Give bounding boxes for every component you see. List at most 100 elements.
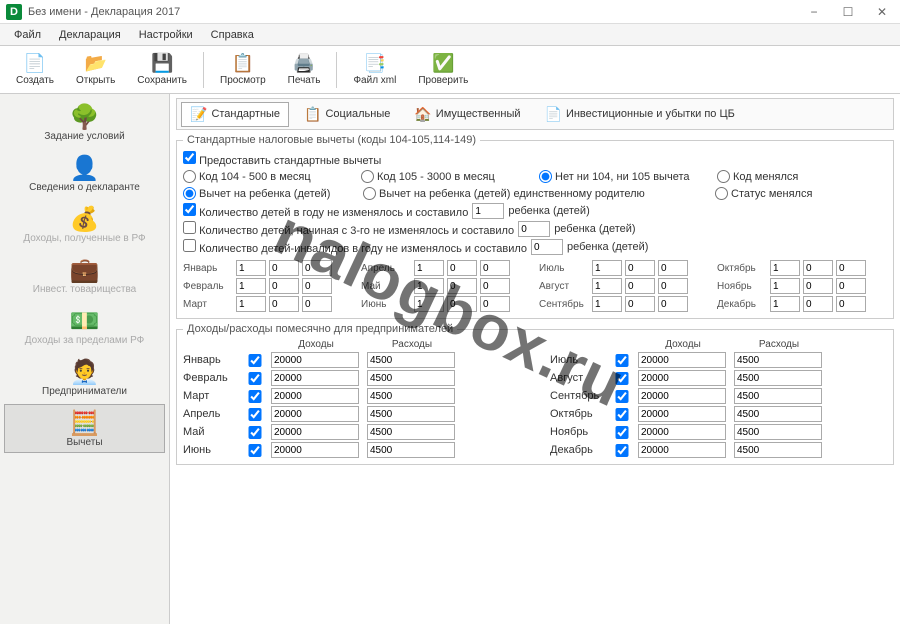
income-oct[interactable] bbox=[638, 406, 726, 422]
income-feb[interactable] bbox=[271, 370, 359, 386]
tab-property[interactable]: 🏠Имущественный bbox=[405, 102, 529, 127]
menu-help[interactable]: Справка bbox=[203, 27, 262, 43]
expense-may[interactable] bbox=[367, 424, 455, 440]
income-mar[interactable] bbox=[271, 388, 359, 404]
income-sep[interactable] bbox=[638, 388, 726, 404]
ie-check-aug[interactable] bbox=[612, 372, 632, 385]
sidebar-conditions[interactable]: 🌳Задание условий bbox=[4, 98, 165, 147]
month-feb-val2[interactable] bbox=[269, 278, 299, 294]
month-oct-val1[interactable] bbox=[770, 260, 800, 276]
month-jun-val2[interactable] bbox=[447, 296, 477, 312]
expense-jan[interactable] bbox=[367, 352, 455, 368]
children-from3-checkbox[interactable] bbox=[183, 221, 196, 234]
expense-dec[interactable] bbox=[734, 442, 822, 458]
month-mar-val2[interactable] bbox=[269, 296, 299, 312]
month-mar-val3[interactable] bbox=[302, 296, 332, 312]
month-dec-val1[interactable] bbox=[770, 296, 800, 312]
month-may-val2[interactable] bbox=[447, 278, 477, 294]
radio-code-104[interactable] bbox=[183, 170, 196, 183]
print-button[interactable]: 🖨️Печать bbox=[278, 51, 331, 88]
month-aug-val2[interactable] bbox=[625, 278, 655, 294]
income-nov[interactable] bbox=[638, 424, 726, 440]
expense-sep[interactable] bbox=[734, 388, 822, 404]
radio-none[interactable] bbox=[539, 170, 552, 183]
income-jul[interactable] bbox=[638, 352, 726, 368]
radio-code-changed[interactable] bbox=[717, 170, 730, 183]
ie-check-feb[interactable] bbox=[245, 372, 265, 385]
sidebar-entrepreneur[interactable]: 🧑‍💼Предприниматели bbox=[4, 353, 165, 402]
month-may-val3[interactable] bbox=[480, 278, 510, 294]
create-button[interactable]: 📄Создать bbox=[6, 51, 64, 88]
sidebar-declarant[interactable]: 👤Сведения о декларанте bbox=[4, 149, 165, 198]
income-apr[interactable] bbox=[271, 406, 359, 422]
month-nov-val2[interactable] bbox=[803, 278, 833, 294]
ie-check-jan[interactable] bbox=[245, 354, 265, 367]
ie-check-nov[interactable] bbox=[612, 426, 632, 439]
open-button[interactable]: 📂Открыть bbox=[66, 51, 125, 88]
radio-child-single[interactable] bbox=[363, 187, 376, 200]
save-button[interactable]: 💾Сохранить bbox=[127, 51, 197, 88]
month-may-val1[interactable] bbox=[414, 278, 444, 294]
menu-settings[interactable]: Настройки bbox=[131, 27, 201, 43]
children-count-checkbox[interactable] bbox=[183, 203, 196, 216]
expense-jun[interactable] bbox=[367, 442, 455, 458]
radio-code-105[interactable] bbox=[361, 170, 374, 183]
children-count-input[interactable] bbox=[472, 203, 504, 219]
month-jul-val2[interactable] bbox=[625, 260, 655, 276]
income-jun[interactable] bbox=[271, 442, 359, 458]
month-aug-val1[interactable] bbox=[592, 278, 622, 294]
ie-check-jun[interactable] bbox=[245, 444, 265, 457]
month-dec-val2[interactable] bbox=[803, 296, 833, 312]
ie-check-mar[interactable] bbox=[245, 390, 265, 403]
month-apr-val3[interactable] bbox=[480, 260, 510, 276]
month-sep-val1[interactable] bbox=[592, 296, 622, 312]
month-nov-val3[interactable] bbox=[836, 278, 866, 294]
sidebar-deductions[interactable]: 🧮Вычеты bbox=[4, 404, 165, 453]
sidebar-invest[interactable]: 💼Инвест. товарищества bbox=[4, 251, 165, 300]
expense-oct[interactable] bbox=[734, 406, 822, 422]
ie-check-jul[interactable] bbox=[612, 354, 632, 367]
menu-file[interactable]: Файл bbox=[6, 27, 49, 43]
month-oct-val2[interactable] bbox=[803, 260, 833, 276]
month-aug-val3[interactable] bbox=[658, 278, 688, 294]
month-jan-val2[interactable] bbox=[269, 260, 299, 276]
sidebar-income-rf[interactable]: 💰Доходы, полученные в РФ bbox=[4, 200, 165, 249]
ie-check-apr[interactable] bbox=[245, 408, 265, 421]
month-jun-val1[interactable] bbox=[414, 296, 444, 312]
expense-aug[interactable] bbox=[734, 370, 822, 386]
minimize-button[interactable]: − bbox=[802, 5, 826, 19]
month-jun-val3[interactable] bbox=[480, 296, 510, 312]
children-from3-input[interactable] bbox=[518, 221, 550, 237]
income-jan[interactable] bbox=[271, 352, 359, 368]
radio-child[interactable] bbox=[183, 187, 196, 200]
income-dec[interactable] bbox=[638, 442, 726, 458]
month-sep-val3[interactable] bbox=[658, 296, 688, 312]
provide-standard-checkbox[interactable] bbox=[183, 151, 196, 164]
preview-button[interactable]: 📋Просмотр bbox=[210, 51, 276, 88]
menu-declaration[interactable]: Декларация bbox=[51, 27, 129, 43]
month-dec-val3[interactable] bbox=[836, 296, 866, 312]
month-feb-val1[interactable] bbox=[236, 278, 266, 294]
tab-invest-loss[interactable]: 📄Инвестиционные и убытки по ЦБ bbox=[536, 102, 744, 127]
ie-check-dec[interactable] bbox=[612, 444, 632, 457]
tab-social[interactable]: 📋Социальные bbox=[295, 102, 399, 127]
check-button[interactable]: ✅Проверить bbox=[408, 51, 478, 88]
children-disabled-checkbox[interactable] bbox=[183, 239, 196, 252]
expense-nov[interactable] bbox=[734, 424, 822, 440]
month-oct-val3[interactable] bbox=[836, 260, 866, 276]
month-apr-val1[interactable] bbox=[414, 260, 444, 276]
expense-jul[interactable] bbox=[734, 352, 822, 368]
ie-check-may[interactable] bbox=[245, 426, 265, 439]
expense-apr[interactable] bbox=[367, 406, 455, 422]
tab-standard[interactable]: 📝Стандартные bbox=[181, 102, 289, 127]
month-mar-val1[interactable] bbox=[236, 296, 266, 312]
income-may[interactable] bbox=[271, 424, 359, 440]
month-sep-val2[interactable] bbox=[625, 296, 655, 312]
month-jan-val1[interactable] bbox=[236, 260, 266, 276]
children-disabled-input[interactable] bbox=[531, 239, 563, 255]
ie-check-oct[interactable] bbox=[612, 408, 632, 421]
expense-feb[interactable] bbox=[367, 370, 455, 386]
month-jan-val3[interactable] bbox=[302, 260, 332, 276]
sidebar-income-abroad[interactable]: 💵Доходы за пределами РФ bbox=[4, 302, 165, 351]
income-aug[interactable] bbox=[638, 370, 726, 386]
